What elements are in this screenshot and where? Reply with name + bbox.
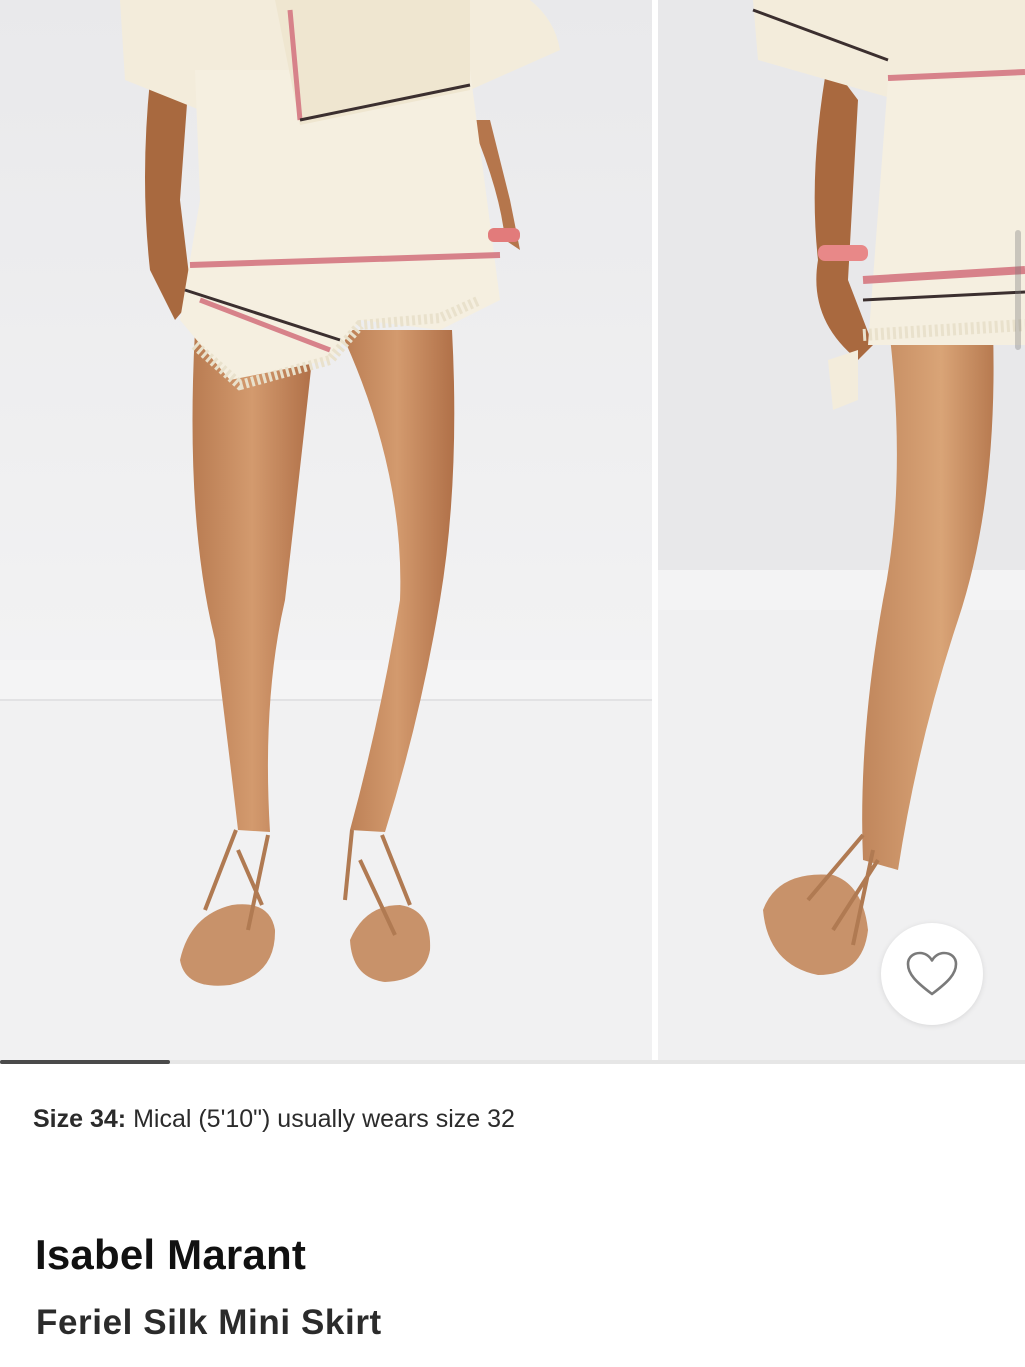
model-fit-text: Mical (5'10") usually wears size 32 (133, 1105, 515, 1133)
front-view-illustration (0, 0, 652, 1060)
gallery-progress-indicator (0, 1060, 170, 1064)
heart-outline-icon (906, 951, 958, 996)
brand-name[interactable]: Isabel Marant (35, 1230, 306, 1280)
product-title: Feriel Silk Mini Skirt (36, 1303, 382, 1342)
model-size-note: Size 34: Mical (5'10") usually wears siz… (33, 1102, 515, 1136)
gallery-scrollbar[interactable] (1015, 230, 1021, 350)
add-to-wishlist-button[interactable] (881, 923, 983, 1025)
side-view-illustration (658, 0, 1025, 1060)
product-photo-side[interactable] (658, 0, 1025, 1060)
product-image-gallery[interactable] (0, 0, 1025, 1068)
product-photo-front[interactable] (0, 0, 652, 1060)
gallery-progress-track (0, 1060, 1025, 1064)
size-label: Size 34: (33, 1105, 127, 1133)
